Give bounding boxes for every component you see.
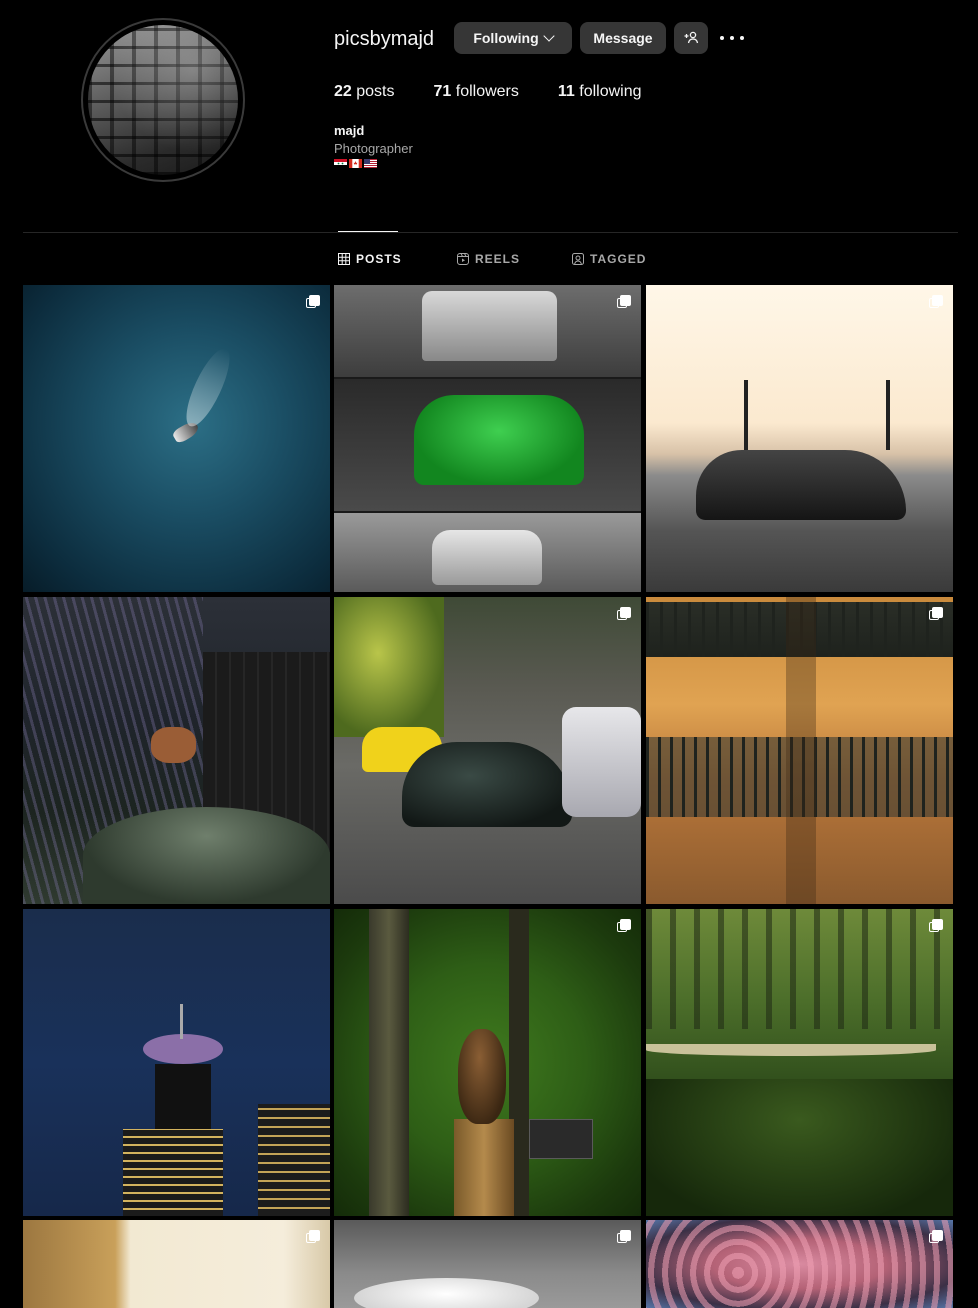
multi-image-icon [617, 607, 631, 621]
grid-post[interactable] [23, 597, 330, 904]
reels-icon [457, 253, 469, 265]
grid-post[interactable] [646, 597, 953, 904]
message-button[interactable]: Message [580, 22, 666, 54]
tab-posts[interactable]: POSTS [338, 252, 402, 266]
multi-image-icon [306, 1230, 320, 1244]
tab-posts-label: POSTS [356, 252, 402, 266]
grid-icon [338, 253, 350, 265]
multi-image-icon [617, 1230, 631, 1244]
multi-image-icon [306, 295, 320, 309]
add-user-button[interactable] [674, 22, 708, 54]
chevron-down-icon [542, 30, 555, 42]
add-user-icon [684, 31, 699, 44]
multi-image-icon [929, 607, 943, 621]
profile-stats: 22 posts 71 followers 11 following [334, 83, 681, 101]
tab-reels[interactable]: REELS [457, 252, 520, 266]
profile-avatar[interactable] [81, 18, 245, 182]
message-button-label: Message [593, 30, 653, 46]
following-count: 11 [557, 83, 575, 100]
grid-post[interactable] [23, 1220, 330, 1308]
following-stat[interactable]: 11 following [558, 83, 642, 101]
tagged-icon [572, 253, 584, 265]
profile-name: majd [334, 123, 365, 138]
grid-post[interactable] [646, 909, 953, 1216]
tabs-divider [23, 232, 958, 233]
tab-tagged-label: TAGGED [590, 252, 647, 266]
flag-syria-icon [334, 159, 347, 168]
tab-reels-label: REELS [475, 252, 521, 266]
multi-image-icon [929, 1230, 943, 1244]
grid-post[interactable] [23, 909, 330, 1216]
followers-count: 71 [433, 83, 452, 100]
grid-post[interactable] [334, 285, 641, 592]
multi-image-icon [929, 919, 943, 933]
following-button[interactable]: Following [454, 22, 572, 54]
followers-label: followers [455, 83, 519, 100]
grid-post[interactable] [646, 285, 953, 592]
grid-post[interactable] [23, 285, 330, 592]
profile-bio: Photographer [334, 141, 413, 156]
more-options-icon[interactable] [720, 28, 744, 48]
grid-post[interactable] [334, 909, 641, 1216]
following-label: following [579, 83, 642, 100]
followers-stat[interactable]: 71 followers [434, 83, 519, 101]
following-button-label: Following [473, 30, 539, 46]
multi-image-icon [617, 295, 631, 309]
profile-username: picsbymajd [334, 28, 435, 50]
posts-stat[interactable]: 22 posts [334, 83, 395, 101]
profile-flags [334, 159, 377, 168]
flag-usa-icon [364, 159, 377, 168]
active-tab-indicator [338, 231, 398, 232]
multi-image-icon [617, 919, 631, 933]
multi-image-icon [929, 295, 943, 309]
tab-tagged[interactable]: TAGGED [572, 252, 646, 266]
grid-post[interactable] [334, 1220, 641, 1308]
grid-post[interactable] [334, 597, 641, 904]
avatar-image [88, 25, 238, 175]
flag-canada-icon [349, 159, 362, 168]
posts-count: 22 [334, 83, 352, 100]
posts-label: posts [356, 83, 395, 100]
grid-post[interactable] [646, 1220, 953, 1308]
